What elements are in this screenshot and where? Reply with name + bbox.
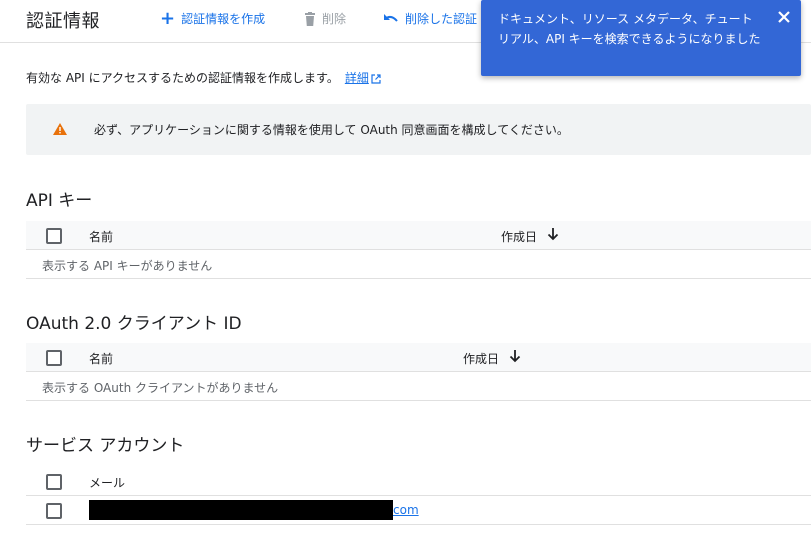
arrow-down-icon[interactable] (509, 349, 521, 363)
trash-icon (305, 11, 315, 26)
api-keys-col-name[interactable]: 名前 (89, 228, 113, 245)
oauth-col-name[interactable]: 名前 (89, 350, 113, 367)
create-credentials-button[interactable]: + 認証情報を作成 (160, 7, 266, 29)
service-accounts-col-email[interactable]: メール (89, 474, 125, 491)
plus-icon: + (160, 7, 176, 29)
service-accounts-select-all-checkbox[interactable] (46, 474, 62, 490)
oauth-consent-warning: 必ず、アプリケーションに関する情報を使用して OAuth 同意画面を構成してくだ… (26, 104, 811, 155)
row-checkbox[interactable] (46, 503, 62, 519)
api-keys-empty-text: 表示する API キーがありません (42, 259, 213, 273)
undo-icon (384, 13, 398, 22)
oauth-empty-row: 表示する OAuth クライアントがありません (26, 372, 811, 401)
api-keys-col-created[interactable]: 作成日 (501, 228, 537, 245)
page-title: 認証情報 (26, 11, 100, 32)
create-credentials-label: 認証情報を作成 (181, 12, 266, 26)
service-accounts-title: サービス アカウント (26, 436, 185, 456)
external-link-icon (371, 73, 381, 84)
table-row: com (26, 496, 811, 525)
announcement-toast: ドキュメント、リソース メタデータ、チュートリアル、API キーを検索できるよう… (481, 0, 801, 76)
delete-button[interactable]: 削除 (304, 10, 346, 27)
warning-icon (53, 123, 67, 135)
oauth-empty-text: 表示する OAuth クライアントがありません (42, 381, 279, 395)
oauth-select-all-checkbox[interactable] (46, 350, 62, 366)
api-keys-table-header: 名前 作成日 (26, 221, 811, 250)
service-accounts-table-header: メール (26, 467, 811, 496)
redacted-email (89, 500, 393, 520)
description: 有効な API にアクセスするための認証情報を作成します。 詳細 (26, 69, 381, 86)
api-keys-title: API キー (26, 191, 93, 211)
restore-deleted-button[interactable]: 削除した認証 (383, 10, 477, 27)
oauth-col-created[interactable]: 作成日 (463, 350, 499, 367)
restore-deleted-label: 削除した認証 (405, 12, 478, 26)
api-keys-select-all-checkbox[interactable] (46, 228, 62, 244)
delete-label: 削除 (322, 12, 347, 26)
description-text: 有効な API にアクセスするための認証情報を作成します。 (26, 71, 339, 85)
oauth-table-header: 名前 作成日 (26, 343, 811, 372)
toast-text: ドキュメント、リソース メタデータ、チュートリアル、API キーを検索できるよう… (498, 12, 761, 46)
api-keys-empty-row: 表示する API キーがありません (26, 250, 811, 279)
warning-text: 必ず、アプリケーションに関する情報を使用して OAuth 同意画面を構成してくだ… (94, 123, 569, 137)
oauth-title: OAuth 2.0 クライアント ID (26, 314, 242, 334)
service-account-email-link[interactable]: com (393, 503, 419, 517)
learn-more-link[interactable]: 詳細 (345, 71, 381, 85)
learn-more-label: 詳細 (344, 71, 369, 85)
close-icon[interactable] (777, 10, 791, 24)
arrow-down-icon[interactable] (547, 227, 559, 241)
